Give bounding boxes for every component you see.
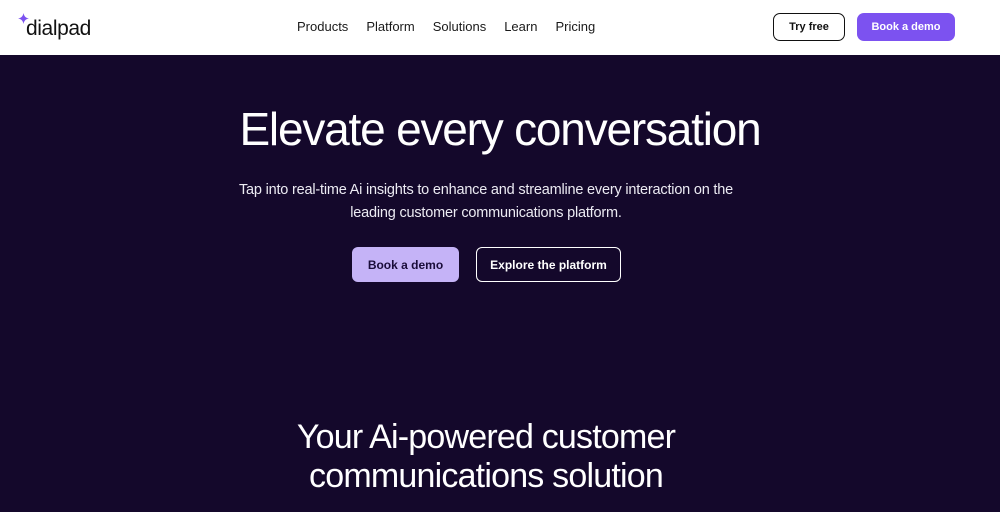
nav-pricing[interactable]: Pricing (555, 17, 595, 37)
hero-title: Elevate every conversation (239, 103, 761, 155)
logo-wordmark: dialpad (26, 17, 91, 40)
hero-subtitle-line-1: Tap into real-time Ai insights to enhanc… (238, 182, 733, 198)
nav-products[interactable]: Products (297, 17, 348, 37)
section-heading: Your Ai-powered customer communications … (0, 418, 972, 496)
explore-platform-button[interactable]: Explore the platform (476, 247, 621, 282)
section-heading-line-2: communications solution (309, 457, 664, 495)
nav-platform[interactable]: Platform (366, 17, 414, 37)
hero-book-demo-button[interactable]: Book a demo (352, 247, 459, 282)
hero-subtitle: Tap into real-time Ai insights to enhanc… (230, 179, 742, 225)
nav-learn[interactable]: Learn (504, 17, 537, 37)
hero-subtitle-line-2: leading customer communications platform… (350, 205, 622, 221)
nav-book-demo-button[interactable]: Book a demo (857, 13, 955, 41)
main-nav: Products Platform Solutions Learn Pricin… (297, 17, 595, 37)
section-heading-line-1: Your Ai-powered customer (296, 418, 676, 456)
top-navbar: dialpad Products Platform Solutions Lear… (0, 0, 1000, 55)
nav-solutions[interactable]: Solutions (433, 17, 486, 37)
try-free-button[interactable]: Try free (773, 13, 845, 41)
